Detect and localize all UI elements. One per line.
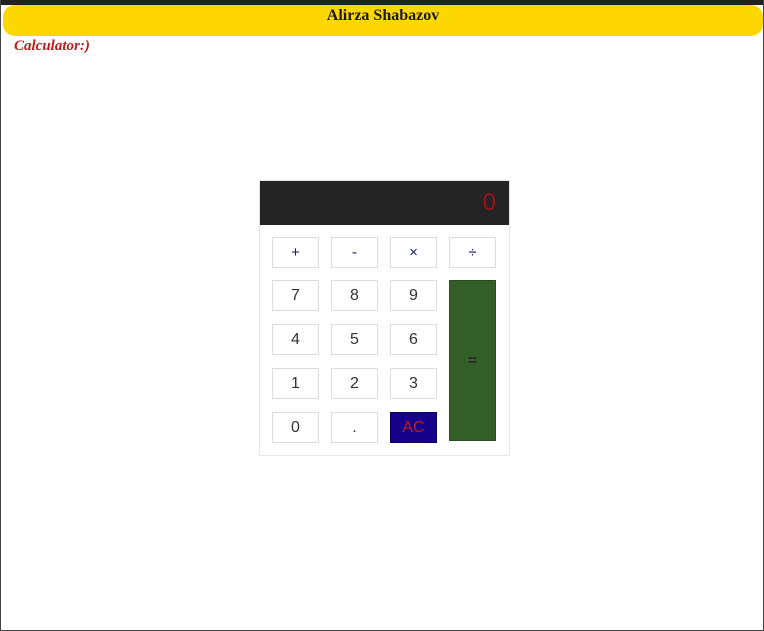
digit-0-button[interactable]: 0 <box>272 412 319 443</box>
minus-button[interactable]: - <box>331 237 378 268</box>
digit-9-button[interactable]: 9 <box>390 280 437 311</box>
digit-1-button[interactable]: 1 <box>272 368 319 399</box>
display-value: 0 <box>482 189 496 216</box>
page-header: Alirza Shabazov <box>3 5 763 36</box>
digit-5-button[interactable]: 5 <box>331 324 378 355</box>
divide-button[interactable]: ÷ <box>449 237 496 268</box>
multiply-button[interactable]: × <box>390 237 437 268</box>
calculator-display: 0 <box>260 181 509 225</box>
digit-8-button[interactable]: 8 <box>331 280 378 311</box>
equals-button[interactable]: = <box>449 280 496 441</box>
plus-button[interactable]: + <box>272 237 319 268</box>
browser-page: Alirza Shabazov Calculator:) 0 + - × ÷ 7… <box>0 0 764 631</box>
calculator: 0 + - × ÷ 7 8 9 = 4 5 6 1 2 3 0 . AC <box>259 180 510 456</box>
digit-3-button[interactable]: 3 <box>390 368 437 399</box>
digit-4-button[interactable]: 4 <box>272 324 319 355</box>
digit-6-button[interactable]: 6 <box>390 324 437 355</box>
decimal-button[interactable]: . <box>331 412 378 443</box>
digit-7-button[interactable]: 7 <box>272 280 319 311</box>
page-subtitle: Calculator:) <box>14 38 90 54</box>
clear-button[interactable]: AC <box>390 412 437 443</box>
header-title: Alirza Shabazov <box>326 7 440 24</box>
digit-2-button[interactable]: 2 <box>331 368 378 399</box>
